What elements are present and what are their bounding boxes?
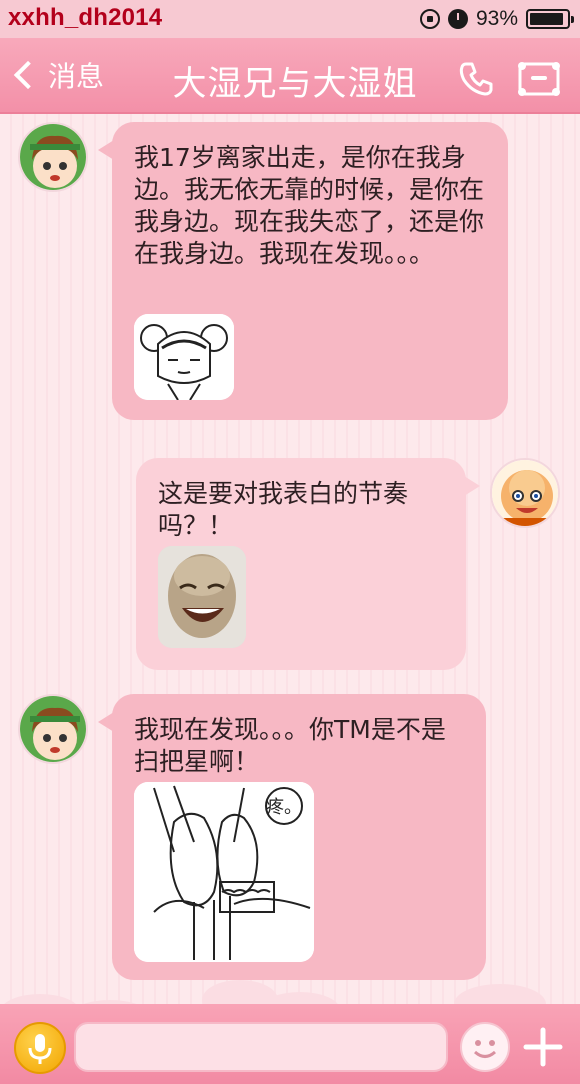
smiley-icon <box>473 1040 497 1058</box>
laughing-bald-man-sticker <box>158 546 246 648</box>
cartoon-girl-avatar-icon <box>20 696 86 762</box>
microphone-icon <box>28 1034 52 1064</box>
nav-bar: 消息 大湿兄与大湿姐 <box>0 38 580 114</box>
watermark: xxhh_dh2014 <box>8 4 163 31</box>
alarm-icon <box>447 9 468 29</box>
sticker-image[interactable] <box>134 314 234 400</box>
plus-icon[interactable] <box>520 1024 566 1070</box>
status-bar: xxhh_dh2014 93% <box>0 0 580 38</box>
cartoon-girl-avatar-icon <box>20 124 86 190</box>
back-label: 消息 <box>48 60 105 93</box>
rotation-lock-icon <box>419 9 440 29</box>
cartoon-monk-avatar-icon <box>492 460 558 526</box>
sticker-caption: 疼。 <box>266 797 302 818</box>
contact-avatar[interactable] <box>18 694 88 764</box>
message-text: 这是要对我表白的节奏吗？！ <box>158 479 409 540</box>
battery-percent: 93% <box>475 7 518 30</box>
emoji-button[interactable] <box>460 1022 510 1072</box>
comic-characters-sticker: 疼。 <box>134 782 314 962</box>
battery-icon <box>526 9 574 29</box>
message-text: 我17岁离家出走，是你在我身边。我无依无靠的时候，是你在我身边。现在我失恋了，还… <box>134 143 485 268</box>
voice-button[interactable] <box>14 1022 66 1074</box>
status-indicators: 93% <box>419 6 574 32</box>
battery-fill <box>530 13 564 25</box>
manga-girl-sticker <box>134 314 234 400</box>
message-input[interactable] <box>74 1022 448 1072</box>
chat-title: 大湿兄与大湿姐 <box>172 64 418 104</box>
sticker-image[interactable] <box>158 546 246 648</box>
chevron-left-icon <box>13 60 43 90</box>
user-avatar[interactable] <box>490 458 560 528</box>
contact-avatar[interactable] <box>18 122 88 192</box>
back-button[interactable]: 消息 <box>10 52 104 98</box>
input-bar <box>0 1004 580 1084</box>
message-text: 我现在发现。。。你TM是不是扫把星啊！ <box>134 715 446 776</box>
phone-icon[interactable] <box>456 58 496 98</box>
sticker-image[interactable]: 疼。 <box>134 782 314 962</box>
profile-card-icon[interactable] <box>516 58 562 98</box>
